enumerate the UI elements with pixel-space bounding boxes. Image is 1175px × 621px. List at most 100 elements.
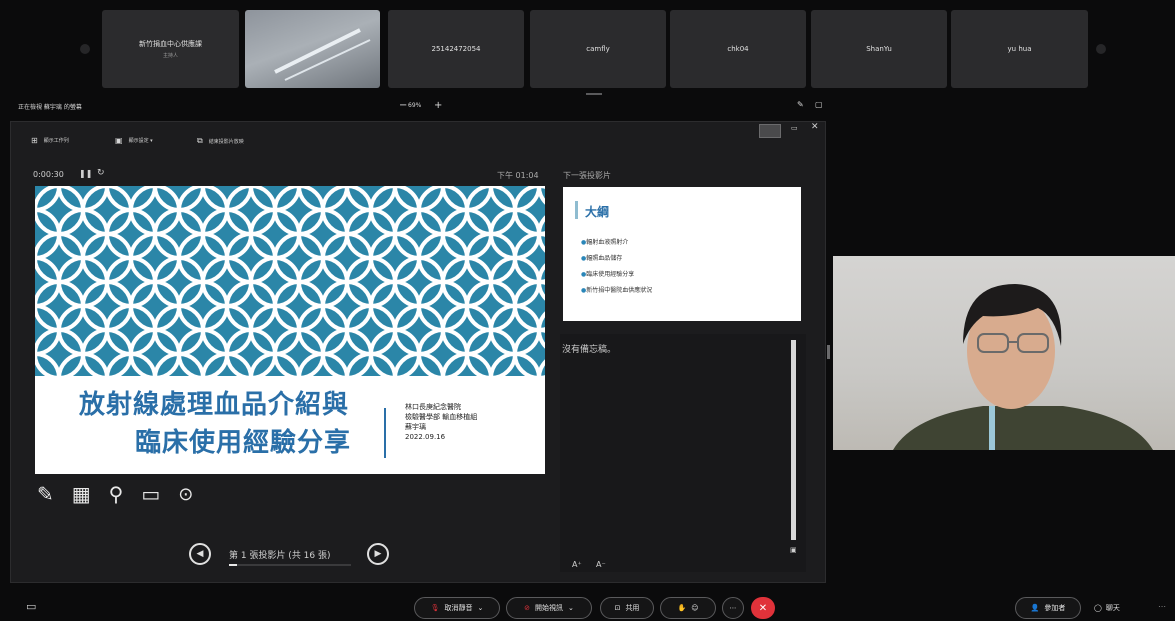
video-label: 開始視訊 bbox=[535, 604, 563, 612]
video-off-icon: ⊘ bbox=[524, 604, 530, 612]
emoji-icon[interactable]: ☺ bbox=[691, 604, 698, 612]
zoom-in-button[interactable]: + bbox=[434, 100, 442, 111]
preview-bullets: ●輻射血液照射介 ●輻照血品儲存 ●臨床使用經驗分享 ●新竹捐中醫院血供應狀況 bbox=[581, 235, 652, 299]
slide-info-line: 蘇宇璃 bbox=[405, 423, 426, 431]
speaker-notes-pane[interactable]: 沒有備忘稿。 ▣ A⁺ A⁻ bbox=[560, 334, 806, 572]
next-slide-preview[interactable]: 大綱 ●輻射血液照射介 ●輻照血品儲存 ●臨床使用經驗分享 ●新竹捐中醫院血供應… bbox=[563, 187, 801, 321]
slide-tools: ✎ ▦ ⚲ ▭ ⊙ bbox=[37, 482, 193, 506]
preview-bullet: ●輻照血品儲存 bbox=[581, 255, 623, 262]
more-icon: ⋯ bbox=[729, 604, 737, 612]
toolbar-label: 顯示設定 ▾ bbox=[128, 138, 153, 144]
next-slide-label: 下一張投影片 bbox=[563, 171, 611, 180]
popout-icon[interactable]: ▢ bbox=[815, 100, 823, 109]
notes-scrollbar[interactable] bbox=[791, 340, 796, 540]
reactions-group[interactable]: ✋ ☺ bbox=[660, 597, 716, 619]
leave-meeting-button[interactable]: ✕ bbox=[751, 597, 775, 619]
slide-title-line2: 臨床使用經驗分享 bbox=[135, 428, 352, 458]
participant-tile-host[interactable]: 新竹捐血中心供應課 主持人 bbox=[102, 10, 239, 88]
participants-button[interactable]: 👤 參加者 bbox=[1015, 597, 1081, 619]
all-slides-icon[interactable]: ▦ bbox=[72, 482, 91, 506]
slide-info-line: 林口長庚紀念醫院 bbox=[405, 403, 461, 411]
speaker-person bbox=[893, 284, 1153, 450]
black-screen-icon[interactable]: ▭ bbox=[141, 482, 160, 506]
show-taskbar-button[interactable]: ⊞ 顯示工作列 bbox=[31, 136, 69, 145]
start-video-button[interactable]: ⊘ 開始視訊 ⌄ bbox=[506, 597, 592, 619]
share-label: 共用 bbox=[625, 604, 640, 612]
strip-collapse-handle[interactable] bbox=[586, 93, 602, 95]
slide-info-line: 2022.09.16 bbox=[405, 433, 446, 441]
preview-title: 大綱 bbox=[585, 205, 610, 219]
notes-text: 沒有備忘稿。 bbox=[562, 345, 617, 355]
more-options-icon[interactable]: ⋯ bbox=[1158, 602, 1166, 611]
display-settings-button[interactable]: ▣ 顯示設定 ▾ bbox=[115, 136, 153, 145]
chevron-down-icon: ⌄ bbox=[568, 604, 574, 612]
participant-name: 新竹捐血中心供應課 bbox=[139, 40, 202, 48]
participant-tile[interactable]: chk04 bbox=[670, 10, 806, 88]
window-control-active[interactable] bbox=[759, 124, 781, 138]
toolbar-label: 顯示工作列 bbox=[43, 138, 69, 144]
decrease-font-icon[interactable]: A⁻ bbox=[596, 560, 606, 569]
share-icon: ⊡ bbox=[614, 604, 621, 612]
more-options-icon[interactable]: ⊙ bbox=[178, 484, 193, 505]
chat-button[interactable]: ◯ 聊天 bbox=[1094, 597, 1120, 619]
captions-icon[interactable]: ▭ bbox=[26, 600, 36, 613]
chat-label: 聊天 bbox=[1105, 604, 1120, 612]
restart-timer-icon[interactable]: ↻ bbox=[97, 168, 105, 178]
strip-scroll-right[interactable] bbox=[1096, 44, 1106, 54]
slide-progress-track bbox=[229, 564, 351, 566]
participant-name: 25142472054 bbox=[431, 45, 481, 53]
panel-resize-handle[interactable] bbox=[827, 345, 830, 359]
unmute-button[interactable]: 🎙 取消靜音 ⌄ bbox=[414, 597, 500, 619]
preview-bullet: ●臨床使用經驗分享 bbox=[581, 271, 635, 278]
zoom-out-button[interactable]: − bbox=[399, 100, 407, 111]
preview-bullet: ●新竹捐中醫院血供應狀況 bbox=[581, 287, 653, 294]
participants-icon: 👤 bbox=[1030, 604, 1040, 612]
increase-font-icon[interactable]: A⁺ bbox=[572, 560, 582, 569]
participant-tile-video[interactable] bbox=[245, 10, 380, 88]
participants-label: 參加者 bbox=[1044, 604, 1066, 612]
participant-role: 主持人 bbox=[162, 53, 178, 59]
minimize-icon[interactable]: ▭ bbox=[791, 124, 798, 132]
toolbar-label: 結束投影片放映 bbox=[208, 138, 244, 145]
viewing-label: 正在檢視 蘇宇璃 的螢幕 bbox=[18, 104, 82, 111]
close-icon[interactable]: ✕ bbox=[811, 122, 819, 132]
prev-slide-button[interactable]: ◀ bbox=[189, 543, 211, 565]
raise-hand-icon[interactable]: ✋ bbox=[677, 604, 686, 612]
elapsed-timer: 0:00:30 bbox=[33, 170, 64, 179]
participant-name: yu hua bbox=[1007, 45, 1032, 53]
chevron-down-icon: ⌄ bbox=[477, 604, 484, 612]
participant-name: camfly bbox=[586, 45, 610, 53]
preview-accent-bar bbox=[575, 201, 578, 219]
preview-bullet: ●輻射血液照射介 bbox=[581, 239, 629, 246]
clock: 下午 01:04 bbox=[497, 171, 539, 180]
pause-icon[interactable]: ❚❚ bbox=[79, 169, 92, 178]
presenter-view-window: ▭ ✕ ⊞ 顯示工作列 ▣ 顯示設定 ▾ ⧉ 結束投影片放映 0:00:30 ❚… bbox=[10, 121, 826, 583]
participant-name: ShanYu bbox=[866, 45, 892, 53]
participant-tile[interactable]: 25142472054 bbox=[388, 10, 524, 88]
zoom-icon[interactable]: ⚲ bbox=[109, 482, 124, 506]
annotate-icon[interactable]: ✎ bbox=[797, 100, 804, 109]
slide-divider bbox=[384, 408, 386, 458]
next-slide-button[interactable]: ▶ bbox=[367, 543, 389, 565]
unmute-label: 取消靜音 bbox=[444, 604, 473, 612]
slide-title-line1: 放射線處理血品介紹與 bbox=[79, 390, 350, 420]
pen-icon[interactable]: ✎ bbox=[37, 482, 54, 506]
speaker-video bbox=[833, 256, 1175, 450]
participant-tile[interactable]: camfly bbox=[530, 10, 666, 88]
participant-tile[interactable]: ShanYu bbox=[811, 10, 947, 88]
slide-info: 林口長庚紀念醫院 檢驗醫學部 輸血移植組 蘇宇璃 2022.09.16 bbox=[405, 402, 477, 442]
participant-tile[interactable]: yu hua bbox=[951, 10, 1088, 88]
slide-pattern bbox=[35, 186, 545, 376]
microphone-muted-icon: 🎙 bbox=[430, 604, 440, 612]
strip-scroll-left[interactable] bbox=[80, 44, 90, 54]
more-button[interactable]: ⋯ bbox=[722, 597, 744, 619]
notes-scroll-down[interactable]: ▣ bbox=[790, 546, 797, 554]
slide-progress-fill bbox=[229, 564, 237, 566]
ceiling-light-video bbox=[274, 28, 371, 81]
share-button[interactable]: ⊡ 共用 bbox=[600, 597, 654, 619]
taskbar-icon: ⊞ bbox=[31, 136, 38, 145]
end-slideshow-button[interactable]: ⧉ 結束投影片放映 bbox=[197, 136, 244, 146]
zoom-level: 69% bbox=[408, 102, 422, 109]
end-show-icon: ⧉ bbox=[197, 136, 203, 145]
current-slide: 放射線處理血品介紹與 臨床使用經驗分享 林口長庚紀念醫院 檢驗醫學部 輸血移植組… bbox=[35, 186, 545, 474]
